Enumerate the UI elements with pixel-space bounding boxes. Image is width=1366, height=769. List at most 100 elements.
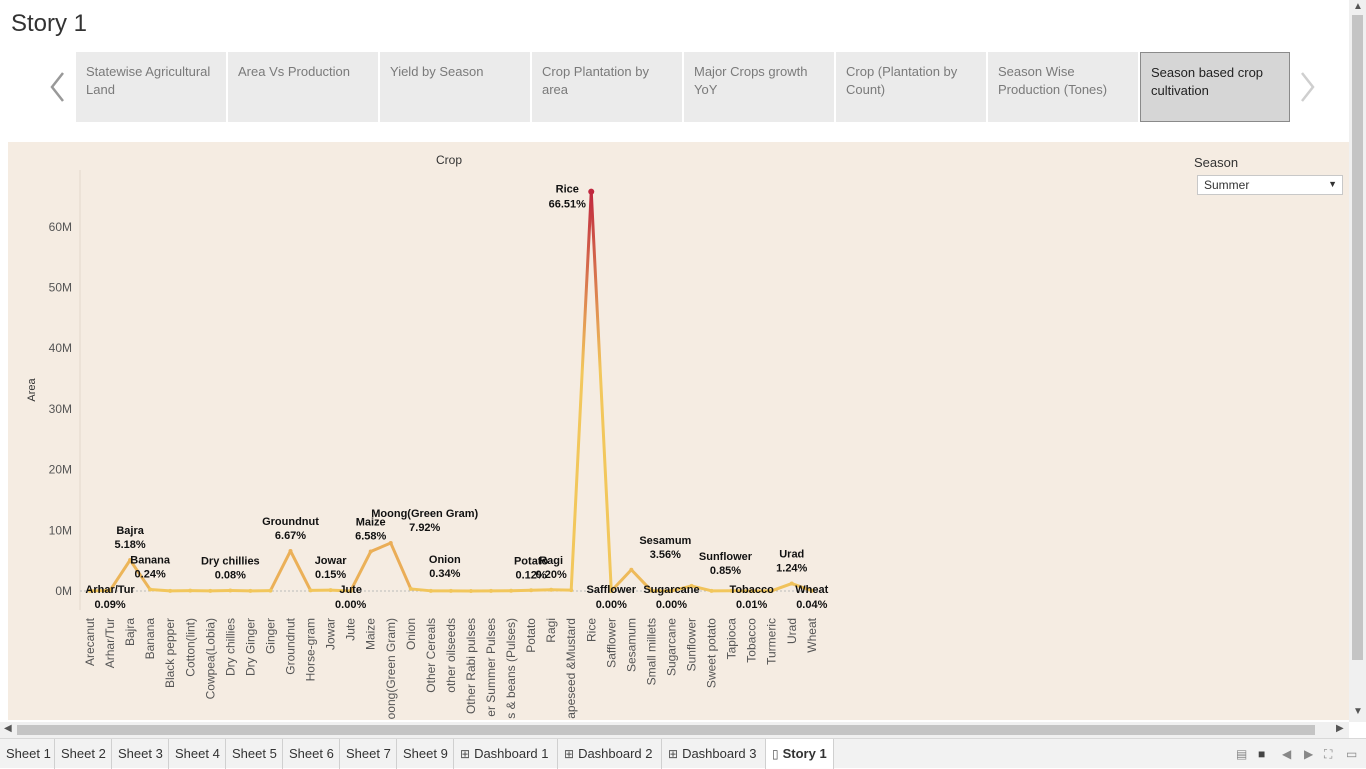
story-point-6[interactable]: Crop (Plantation by Count) [836, 52, 986, 122]
scroll-right-icon[interactable]: ▶ [1336, 723, 1344, 734]
line-segment [270, 551, 290, 591]
season-filter-label: Season [1194, 155, 1238, 170]
tab-sheet-4[interactable]: Sheet 4 [169, 739, 226, 769]
data-point [168, 589, 172, 593]
x-tick-label: Urad [785, 618, 799, 644]
story-point-8[interactable]: Season based crop cultivation [1140, 52, 1290, 122]
x-tick-label: Turmeric [765, 618, 779, 665]
horizontal-scroll-thumb[interactable] [17, 725, 1315, 735]
tab-label: Sheet 9 [403, 746, 448, 761]
data-label-percent: 6.58% [355, 531, 386, 543]
data-label-percent: 0.85% [710, 565, 741, 577]
x-tick-label: Other Cereals [424, 618, 438, 693]
season-filter-dropdown[interactable]: Summer ▼ [1197, 175, 1343, 195]
x-tick-label: Ragi [544, 618, 558, 643]
story-point-caption: Yield by Season [390, 64, 483, 79]
chevron-down-icon[interactable]: ▼ [1328, 179, 1337, 189]
y-axis-label: Area [26, 378, 38, 402]
previous-sheet-icon[interactable]: ◀ [1282, 747, 1291, 761]
tab-label: Sheet 3 [118, 746, 163, 761]
story-point-3[interactable]: Yield by Season [380, 52, 530, 122]
y-tick-label: 30M [49, 402, 72, 416]
next-story-point-icon[interactable] [1297, 70, 1317, 104]
data-label-percent: 0.24% [135, 569, 166, 581]
tab-sheet-3[interactable]: Sheet 3 [112, 739, 169, 769]
x-tick-label: Arhar/Tur [103, 618, 117, 668]
data-point [188, 589, 192, 593]
tab-sheet-5[interactable]: Sheet 5 [226, 739, 283, 769]
x-tick-label: Sweet potato [705, 618, 719, 688]
show-tabs-icon[interactable]: ■ [1258, 747, 1265, 761]
x-tick-label: apeseed &Mustard [564, 618, 578, 719]
tab-sheet-1[interactable]: Sheet 1 [0, 739, 55, 769]
presentation-mode-icon[interactable]: ▭ [1346, 747, 1357, 761]
x-tick-label: Tapioca [725, 618, 739, 660]
show-filmstrip-icon[interactable]: ▤ [1236, 747, 1247, 761]
story-point-caption: Major Crops growth YoY [694, 64, 807, 97]
data-point [629, 568, 633, 572]
data-label-name: Bajra [116, 525, 144, 537]
data-label-percent: 0.00% [656, 599, 687, 611]
y-tick-label: 60M [49, 220, 72, 234]
x-tick-label: Jowar [324, 618, 338, 650]
dashboard-icon: ⊞ [668, 747, 678, 761]
y-tick-label: 40M [49, 341, 72, 355]
tab-sheet-9[interactable]: Sheet 9 [397, 739, 454, 769]
tab-story-1[interactable]: ▯Story 1 [766, 739, 834, 769]
story-point-2[interactable]: Area Vs Production [228, 52, 378, 122]
x-tick-label: Sesamum [624, 618, 638, 672]
vertical-scrollbar[interactable]: ▲ ▼ [1349, 0, 1366, 722]
data-label-percent: 0.15% [315, 569, 346, 581]
x-tick-label: Black pepper [163, 618, 177, 688]
x-tick-label: Onion [404, 618, 418, 650]
line-segment [150, 590, 170, 591]
data-label-percent: 0.08% [215, 570, 246, 582]
data-label-name: Arhar/Tur [85, 584, 135, 596]
story-point-4[interactable]: Crop Plantation by area [532, 52, 682, 122]
next-sheet-icon[interactable]: ▶ [1304, 747, 1313, 761]
previous-story-point-icon[interactable] [48, 70, 68, 104]
data-label-name: Jute [339, 584, 362, 596]
story-point-1[interactable]: Statewise Agricultural Land [76, 52, 226, 122]
x-tick-label: er Summer Pulses [484, 618, 498, 717]
data-label-percent: 5.18% [114, 539, 145, 551]
data-point [429, 589, 433, 593]
data-label-percent: 7.92% [409, 522, 440, 534]
tab-sheet-7[interactable]: Sheet 7 [340, 739, 397, 769]
horizontal-scrollbar[interactable]: ◀ ▶ [0, 722, 1349, 738]
data-label-name: Wheat [795, 584, 828, 596]
data-label-name: Tobacco [729, 584, 774, 596]
data-point [148, 588, 152, 592]
data-label-name: Banana [130, 555, 171, 567]
line-segment [772, 584, 792, 591]
tab-sheet-2[interactable]: Sheet 2 [55, 739, 112, 769]
tab-sheet-6[interactable]: Sheet 6 [283, 739, 340, 769]
x-tick-label: Banana [143, 618, 157, 660]
data-point [208, 589, 212, 593]
story-point-7[interactable]: Season Wise Production (Tones) [988, 52, 1138, 122]
line-segment [571, 192, 591, 590]
scroll-left-icon[interactable]: ◀ [4, 723, 12, 734]
y-tick-label: 50M [49, 281, 72, 295]
tab-dashboard-2[interactable]: ⊞Dashboard 2 [558, 739, 662, 769]
line-segment [591, 192, 611, 591]
x-tick-label: Horse-gram [304, 618, 318, 681]
tab-label: Sheet 7 [346, 746, 391, 761]
line-segment [411, 589, 431, 591]
x-tick-label: Arecanut [83, 617, 97, 666]
tab-label: Sheet 5 [232, 746, 277, 761]
story-point-caption: Crop Plantation by area [542, 64, 649, 97]
x-tick-label: Dry Ginger [243, 618, 257, 676]
tab-dashboard-1[interactable]: ⊞Dashboard 1 [454, 739, 558, 769]
data-label-name: Rice [556, 184, 579, 196]
data-label-percent: 0.01% [736, 599, 767, 611]
fit-to-window-icon[interactable]: ⛶ [1324, 747, 1332, 762]
scroll-up-icon[interactable]: ▲ [1353, 1, 1363, 12]
dashboard-icon: ⊞ [460, 747, 470, 761]
tab-dashboard-3[interactable]: ⊞Dashboard 3 [662, 739, 766, 769]
data-point [790, 582, 794, 586]
vertical-scroll-thumb[interactable] [1352, 15, 1363, 660]
story-point-5[interactable]: Major Crops growth YoY [684, 52, 834, 122]
scroll-down-icon[interactable]: ▼ [1353, 706, 1363, 717]
data-point [449, 589, 453, 593]
